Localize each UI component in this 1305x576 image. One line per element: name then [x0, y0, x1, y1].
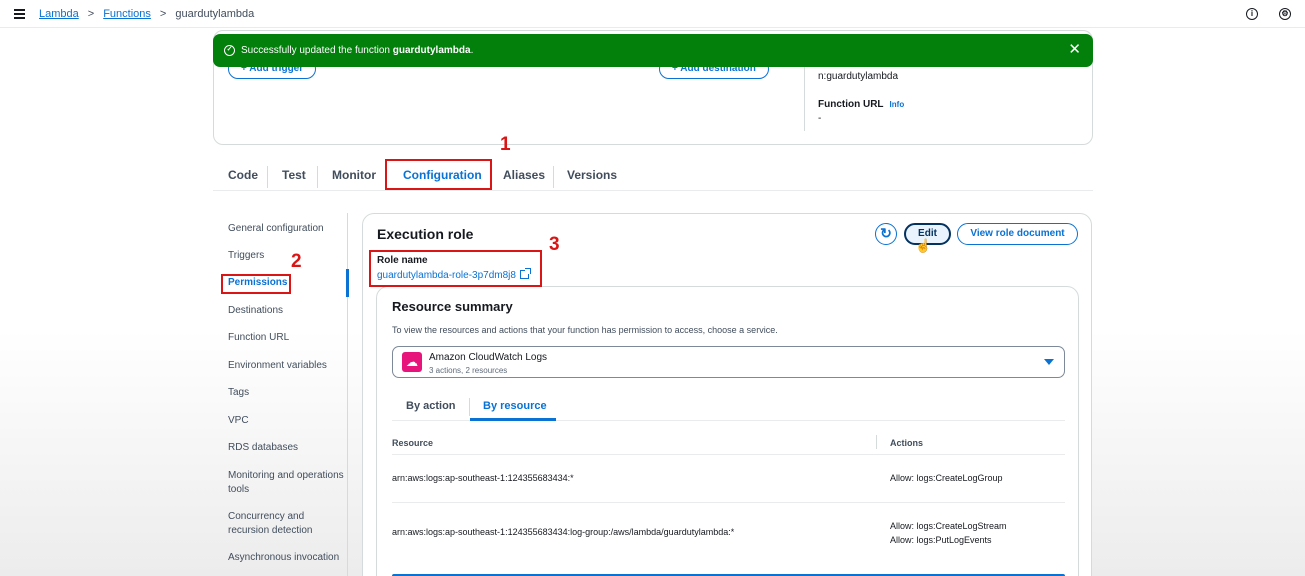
nav-general-configuration[interactable]: General configuration — [228, 222, 346, 236]
resource-cell: arn:aws:logs:ap-southeast-1:124355683434… — [392, 473, 574, 483]
nav-tags[interactable]: Tags — [228, 386, 346, 400]
pointer-cursor-icon: ☝ — [915, 238, 932, 253]
caret-down-icon — [1044, 359, 1054, 365]
annotation-number-1: 1 — [500, 134, 511, 155]
action-item: Allow: logs:CreateLogStream — [890, 521, 1007, 531]
resource-summary-description: To view the resources and actions that y… — [392, 325, 778, 335]
nav-function-url[interactable]: Function URL — [228, 331, 346, 345]
breadcrumb-functions[interactable]: Functions — [103, 8, 151, 20]
resource-view-tabs: By action By resource — [392, 393, 1065, 421]
refresh-icon[interactable]: ↻ — [875, 223, 897, 245]
tab-separator — [267, 166, 268, 188]
column-header-resource: Resource — [392, 438, 434, 448]
tab-separator — [553, 166, 554, 188]
nav-environment-variables[interactable]: Environment variables — [228, 359, 346, 373]
nav-active-indicator — [346, 269, 349, 297]
nav-rds-databases[interactable]: RDS databases — [228, 441, 346, 455]
action-item: Allow: logs:PutLogEvents — [890, 535, 992, 545]
column-separator — [876, 435, 877, 449]
tab-monitor[interactable]: Monitor — [332, 168, 376, 182]
function-tabs: Code Test Monitor Configuration Aliases … — [213, 160, 1093, 191]
table-row: arn:aws:logs:ap-southeast-1:124355683434… — [392, 503, 1065, 565]
subtab-separator — [469, 398, 470, 416]
breadcrumb-current: guardutylambda — [175, 8, 255, 20]
action-item: Allow: logs:CreateLogGroup — [890, 473, 1003, 483]
tab-test[interactable]: Test — [282, 168, 306, 182]
flash-message-text: Successfully updated the function — [241, 45, 390, 56]
actions-cell: Allow: logs:CreateLogStream Allow: logs:… — [890, 519, 1007, 547]
info-icon[interactable]: i — [1246, 8, 1258, 20]
success-flash-banner: ✓ Successfully updated the function guar… — [213, 34, 1093, 67]
actions-cell: Allow: logs:CreateLogGroup — [890, 471, 1003, 485]
view-role-document-button[interactable]: View role document — [957, 223, 1078, 245]
service-select[interactable]: ☁ Amazon CloudWatch Logs 3 actions, 2 re… — [392, 346, 1065, 378]
settings-icon[interactable]: ⚙ — [1279, 8, 1291, 20]
tab-by-resource[interactable]: By resource — [483, 400, 547, 412]
function-arn-value: n:guardutylambda — [818, 71, 899, 82]
nav-monitoring-tools[interactable]: Monitoring and operations tools — [228, 469, 346, 497]
breadcrumb-lambda[interactable]: Lambda — [39, 8, 79, 20]
annotation-number-3: 3 — [549, 234, 560, 255]
execution-role-title: Execution role — [377, 226, 474, 242]
annotation-box-role-name — [369, 250, 542, 287]
table-header: Resource Actions — [392, 433, 1065, 455]
resource-summary-panel: Resource summary To view the resources a… — [376, 286, 1079, 576]
tab-code[interactable]: Code — [228, 168, 258, 182]
service-name: Amazon CloudWatch Logs — [429, 352, 548, 363]
function-url-value: - — [818, 113, 822, 124]
check-circle-icon: ✓ — [224, 45, 235, 56]
annotation-box-configuration — [385, 159, 492, 190]
menu-icon[interactable] — [14, 9, 25, 19]
column-header-actions: Actions — [890, 438, 924, 448]
tab-versions[interactable]: Versions — [567, 168, 617, 182]
top-navigation-bar: Lambda > Functions > guardutylambda i ⚙ — [0, 0, 1305, 28]
annotation-box-permissions — [221, 274, 291, 294]
table-row: arn:aws:logs:ap-southeast-1:124355683434… — [392, 455, 1065, 503]
resource-cell: arn:aws:logs:ap-southeast-1:124355683434… — [392, 527, 735, 537]
nav-vpc[interactable]: VPC — [228, 414, 346, 428]
function-url-label: Function URL Info — [818, 99, 904, 110]
function-url-label-text: Function URL — [818, 99, 884, 110]
nav-triggers[interactable]: Triggers — [228, 249, 346, 263]
nav-asynchronous-invocation[interactable]: Asynchronous invocation — [228, 551, 346, 565]
annotation-number-2: 2 — [291, 251, 302, 272]
tab-aliases[interactable]: Aliases — [503, 168, 545, 182]
cloudwatch-icon: ☁ — [402, 352, 422, 372]
nav-concurrency[interactable]: Concurrency and recursion detection — [228, 510, 346, 538]
breadcrumb: Lambda > Functions > guardutylambda — [39, 8, 254, 20]
flash-message: Successfully updated the function guardu… — [241, 45, 473, 56]
service-meta: 3 actions, 2 resources — [429, 366, 508, 375]
tab-separator — [317, 166, 318, 188]
breadcrumb-separator: > — [87, 8, 95, 20]
tab-by-action[interactable]: By action — [406, 400, 456, 412]
resource-summary-title: Resource summary — [392, 299, 513, 314]
configuration-side-nav: General configuration Triggers Permissio… — [213, 213, 348, 576]
close-icon[interactable]: ✕ — [1068, 42, 1081, 57]
breadcrumb-separator: > — [159, 8, 167, 20]
info-link[interactable]: Info — [890, 100, 905, 109]
active-subtab-indicator — [470, 418, 556, 421]
nav-destinations[interactable]: Destinations — [228, 304, 346, 318]
flash-function-name: guardutylambda — [392, 45, 471, 56]
flash-suffix: . — [470, 45, 474, 56]
